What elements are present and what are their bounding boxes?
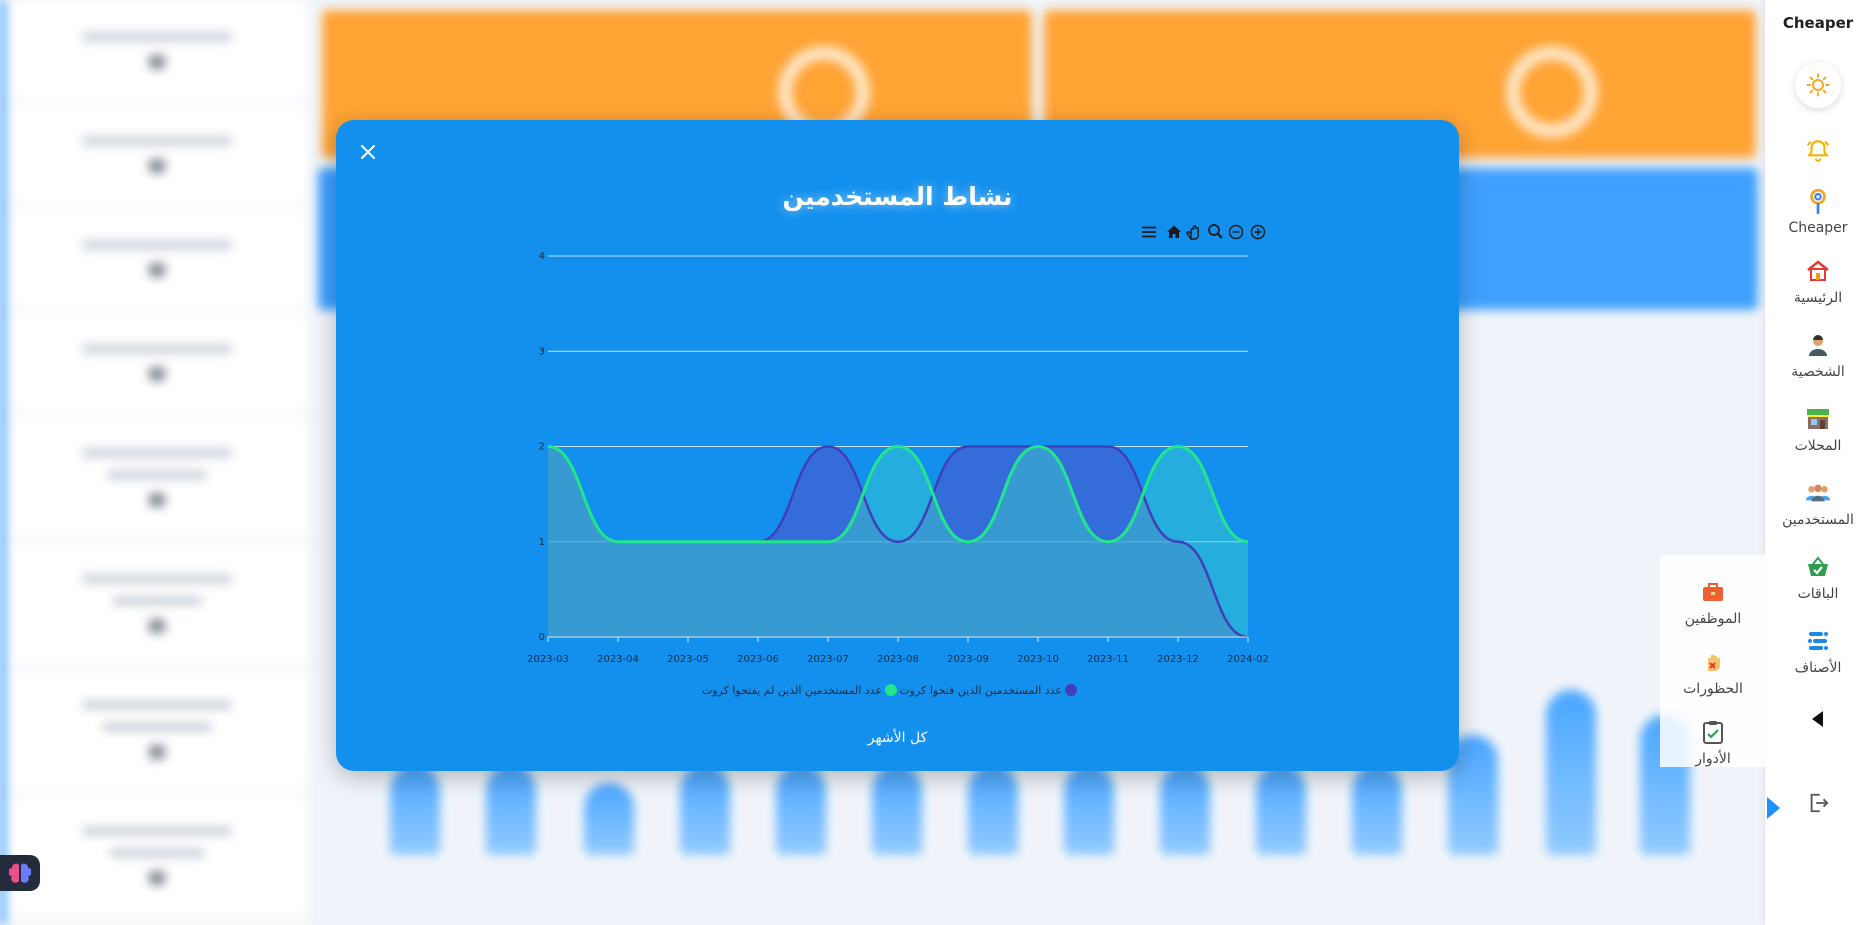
x-tick-label: 2023-10: [1017, 654, 1059, 665]
zoom-select-icon[interactable]: [1208, 224, 1223, 239]
legend-label: عدد المستخدمين الذين فتحوا كروت: [899, 684, 1062, 697]
sidebar-item-label: Cheaper: [1788, 220, 1848, 236]
caret-left-icon: [1805, 706, 1831, 732]
pan-hand-icon[interactable]: [1186, 225, 1199, 240]
x-tick-label: 2023-12: [1157, 654, 1199, 665]
sidebar-item-label: الموظفين: [1684, 611, 1742, 627]
notifications-button[interactable]: [1805, 138, 1831, 164]
sidebar-item-label: الشخصية: [1791, 364, 1845, 380]
chart-toolbar: [1142, 224, 1266, 240]
sidebar-item-employees[interactable]: الموظفين: [1684, 579, 1742, 627]
sidebar-item-label: الأصناف: [1794, 660, 1842, 676]
bell-icon: [1805, 138, 1831, 164]
all-months-link[interactable]: كل الأشهر: [336, 730, 1459, 746]
sidebar-item-cheaper[interactable]: Cheaper: [1788, 188, 1848, 236]
theme-toggle-button[interactable]: [1795, 62, 1841, 108]
y-tick-label: 1: [539, 537, 545, 548]
expand-menu-caret[interactable]: [1767, 797, 1780, 819]
reset-home-icon[interactable]: [1167, 225, 1181, 239]
sidebar: Cheaper Cheaper الرئيسية الشخصية المحلات…: [1765, 0, 1871, 925]
legend-item[interactable]: عدد المستخدمين الذين فتحوا كروت: [899, 684, 1077, 697]
collapse-sidebar-button[interactable]: [1805, 706, 1831, 732]
store-icon: [1805, 406, 1831, 432]
x-tick-label: 2023-06: [737, 654, 779, 665]
sun-icon: [1806, 73, 1830, 97]
assistant-button[interactable]: [0, 855, 40, 891]
y-tick-label: 4: [539, 251, 545, 262]
sidebar-item-label: الباقات: [1797, 586, 1839, 602]
user-activity-modal: نشاط المستخدمين 0 1 2 3 4 2023-03 2023-0…: [336, 120, 1459, 771]
blocked-hand-icon: [1700, 649, 1726, 675]
menu-icon[interactable]: [1142, 226, 1156, 238]
legend-marker: [1065, 684, 1077, 696]
home-icon: [1805, 258, 1831, 284]
logout-button[interactable]: [1805, 790, 1831, 816]
x-tick-label: 2023-11: [1087, 654, 1129, 665]
zoom-out-icon[interactable]: [1228, 224, 1244, 240]
x-tick-label: 2023-03: [527, 654, 569, 665]
legend-item[interactable]: عدد المستخدمين الذين لم يفتحوا كروت: [702, 684, 897, 697]
secondary-menu: الموظفين الحظورات الأدوار: [1660, 555, 1766, 767]
user-icon: [1805, 332, 1831, 358]
categories-icon: [1805, 628, 1831, 654]
zoom-in-icon[interactable]: [1250, 224, 1266, 240]
sidebar-item-users[interactable]: المستخدمين: [1782, 480, 1854, 528]
chart-legend: عدد المستخدمين الذين فتحوا كروت عدد المست…: [702, 684, 1077, 697]
brain-icon: [9, 863, 31, 883]
clipboard-check-icon: [1700, 719, 1726, 745]
brand-name: Cheaper: [1782, 14, 1854, 32]
y-tick-label: 0: [539, 632, 545, 643]
sidebar-item-blocked[interactable]: الحظورات: [1683, 649, 1743, 697]
x-tick-label: 2023-08: [877, 654, 919, 665]
sidebar-item-label: الأدوار: [1695, 751, 1731, 767]
sidebar-item-label: المستخدمين: [1782, 512, 1854, 528]
y-tick-label: 2: [539, 442, 545, 453]
map-pin-icon: [1805, 188, 1831, 214]
legend-label: عدد المستخدمين الذين لم يفتحوا كروت: [702, 684, 882, 697]
legend-marker: [885, 684, 897, 696]
x-tick-label: 2023-05: [667, 654, 709, 665]
sidebar-item-label: الرئيسية: [1793, 290, 1843, 306]
sidebar-item-categories[interactable]: الأصناف: [1794, 628, 1842, 676]
users-icon: [1805, 480, 1831, 506]
sidebar-item-packages[interactable]: الباقات: [1797, 554, 1839, 602]
sidebar-item-profile[interactable]: الشخصية: [1791, 332, 1845, 380]
user-activity-chart: 0 1 2 3 4 2023-03 2023-04 2023-05 2023-06 2023-07…: [527, 224, 1269, 697]
x-tick-label: 2023-09: [947, 654, 989, 665]
sidebar-item-stores[interactable]: المحلات: [1794, 406, 1842, 454]
sidebar-item-roles[interactable]: الأدوار: [1695, 719, 1731, 767]
y-tick-label: 3: [539, 346, 545, 357]
sidebar-item-label: الحظورات: [1683, 681, 1743, 697]
sidebar-item-home[interactable]: الرئيسية: [1794, 258, 1842, 306]
basket-icon: [1805, 554, 1831, 580]
x-tick-label: 2023-04: [597, 654, 639, 665]
sidebar-item-label: المحلات: [1794, 438, 1842, 454]
x-tick-label: 2024-02: [1227, 654, 1269, 665]
logout-icon: [1805, 790, 1831, 816]
x-tick-label: 2023-07: [807, 654, 849, 665]
briefcase-icon: [1700, 579, 1726, 605]
